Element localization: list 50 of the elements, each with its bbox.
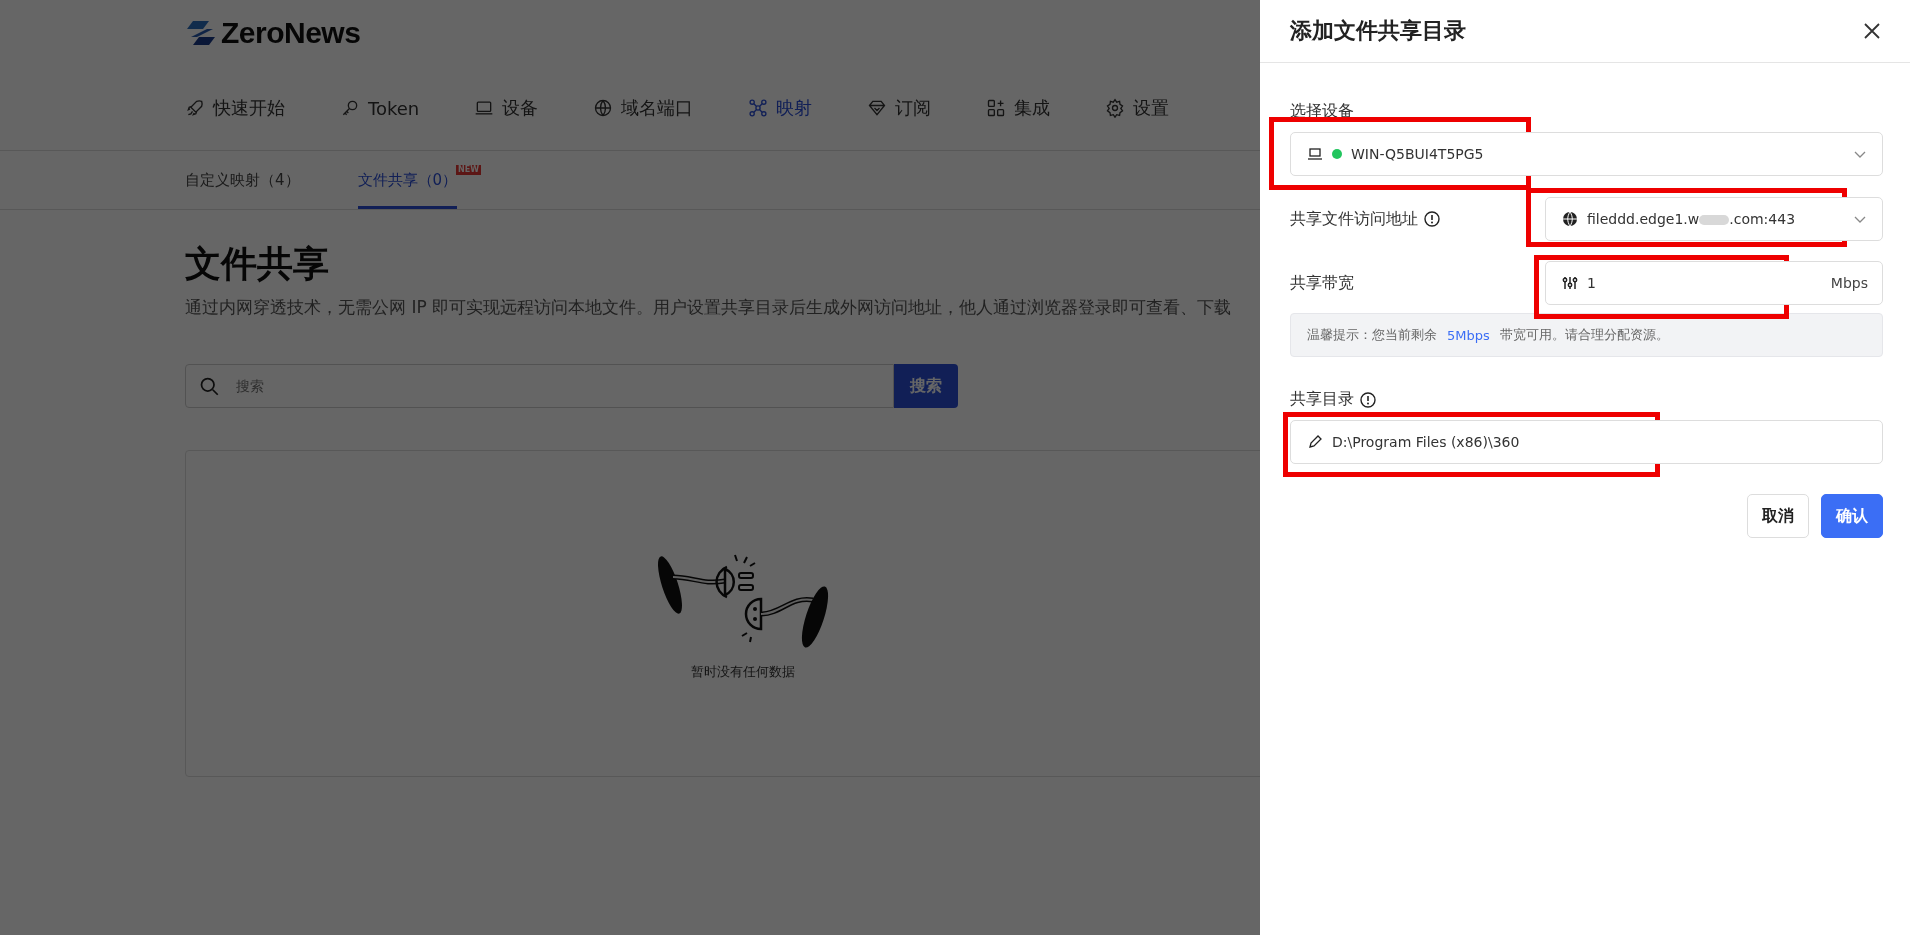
rocket-icon <box>185 98 205 118</box>
field-label: 共享带宽 <box>1290 272 1354 294</box>
empty-message: 暂时没有任何数据 <box>690 662 795 681</box>
search-button[interactable]: 搜索 <box>894 364 958 408</box>
laptop-icon <box>1307 146 1323 162</box>
key-icon <box>340 98 360 118</box>
page-title: 文件共享 <box>185 242 330 286</box>
info-icon <box>1424 211 1440 227</box>
logo-icon <box>185 19 217 47</box>
url-text: fileddd.edge1.w <box>1587 211 1700 227</box>
sliders-icon <box>1562 275 1578 291</box>
page-description: 通过内网穿透技术，无需公网 IP 即可实现远程访问本地文件。用户设置共享目录后生成外网访问地址，他人通过浏览器登录即可查看、下载 <box>185 296 1233 319</box>
globe-icon <box>1562 211 1578 227</box>
nav-item[interactable]: 集成 <box>986 96 1051 120</box>
diamond-icon <box>867 98 888 118</box>
field-label: 共享文件访问地址 <box>1290 208 1418 230</box>
bandwidth-value: 1 <box>1587 275 1597 291</box>
network-icon <box>748 98 769 118</box>
nav-item[interactable]: 域名端口 <box>593 96 694 120</box>
nav-item[interactable]: 设置 <box>1105 96 1170 120</box>
new-badge: NEW <box>456 165 482 175</box>
bandwidth-input[interactable]: 1 Mbps <box>1545 261 1883 305</box>
redaction-smudge <box>1699 215 1730 225</box>
settings-icon <box>1105 98 1126 118</box>
search-icon <box>199 376 219 396</box>
brand-name: ZeroNews <box>221 16 361 50</box>
device-name: WIN-Q5BUI4T5PG5 <box>1351 146 1485 162</box>
close-button[interactable] <box>1862 21 1882 41</box>
nav-item[interactable]: 快速开始 <box>185 96 285 120</box>
cancel-button[interactable]: 取消 <box>1747 494 1809 538</box>
info-icon <box>1360 391 1376 408</box>
path-value: D:\Program Files (x86)\360 <box>1332 434 1521 450</box>
unit-label: Mbps <box>1830 275 1868 291</box>
sub-tab[interactable]: 自定义映射（4） <box>185 151 300 209</box>
nav-item[interactable]: Token <box>340 97 420 119</box>
drawer-title: 添加文件共享目录 <box>1290 17 1466 45</box>
sub-tab[interactable]: 文件共享（0） <box>357 151 458 209</box>
tip-message: 温馨提示：您当前剩余 5Mbps 带宽可用。请合理分配资源。 <box>1290 313 1883 357</box>
device-select[interactable]: WIN-Q5BUI4T5PG5 <box>1290 132 1883 176</box>
nav-item[interactable]: 订阅 <box>867 96 932 120</box>
url-select[interactable]: fileddd.edge1.w .com:443 <box>1545 197 1883 241</box>
pencil-icon <box>1307 434 1323 450</box>
confirm-button[interactable]: 确认 <box>1821 494 1883 538</box>
url-text: .com:443 <box>1729 211 1796 227</box>
nav-item[interactable]: 映射 <box>748 96 813 120</box>
field-label: 共享目录 <box>1290 389 1354 410</box>
globe-icon <box>593 98 614 118</box>
path-input[interactable]: D:\Program Files (x86)\360 <box>1290 420 1883 464</box>
grid-icon <box>986 98 1007 118</box>
nav-item[interactable]: 设备 <box>474 96 539 120</box>
